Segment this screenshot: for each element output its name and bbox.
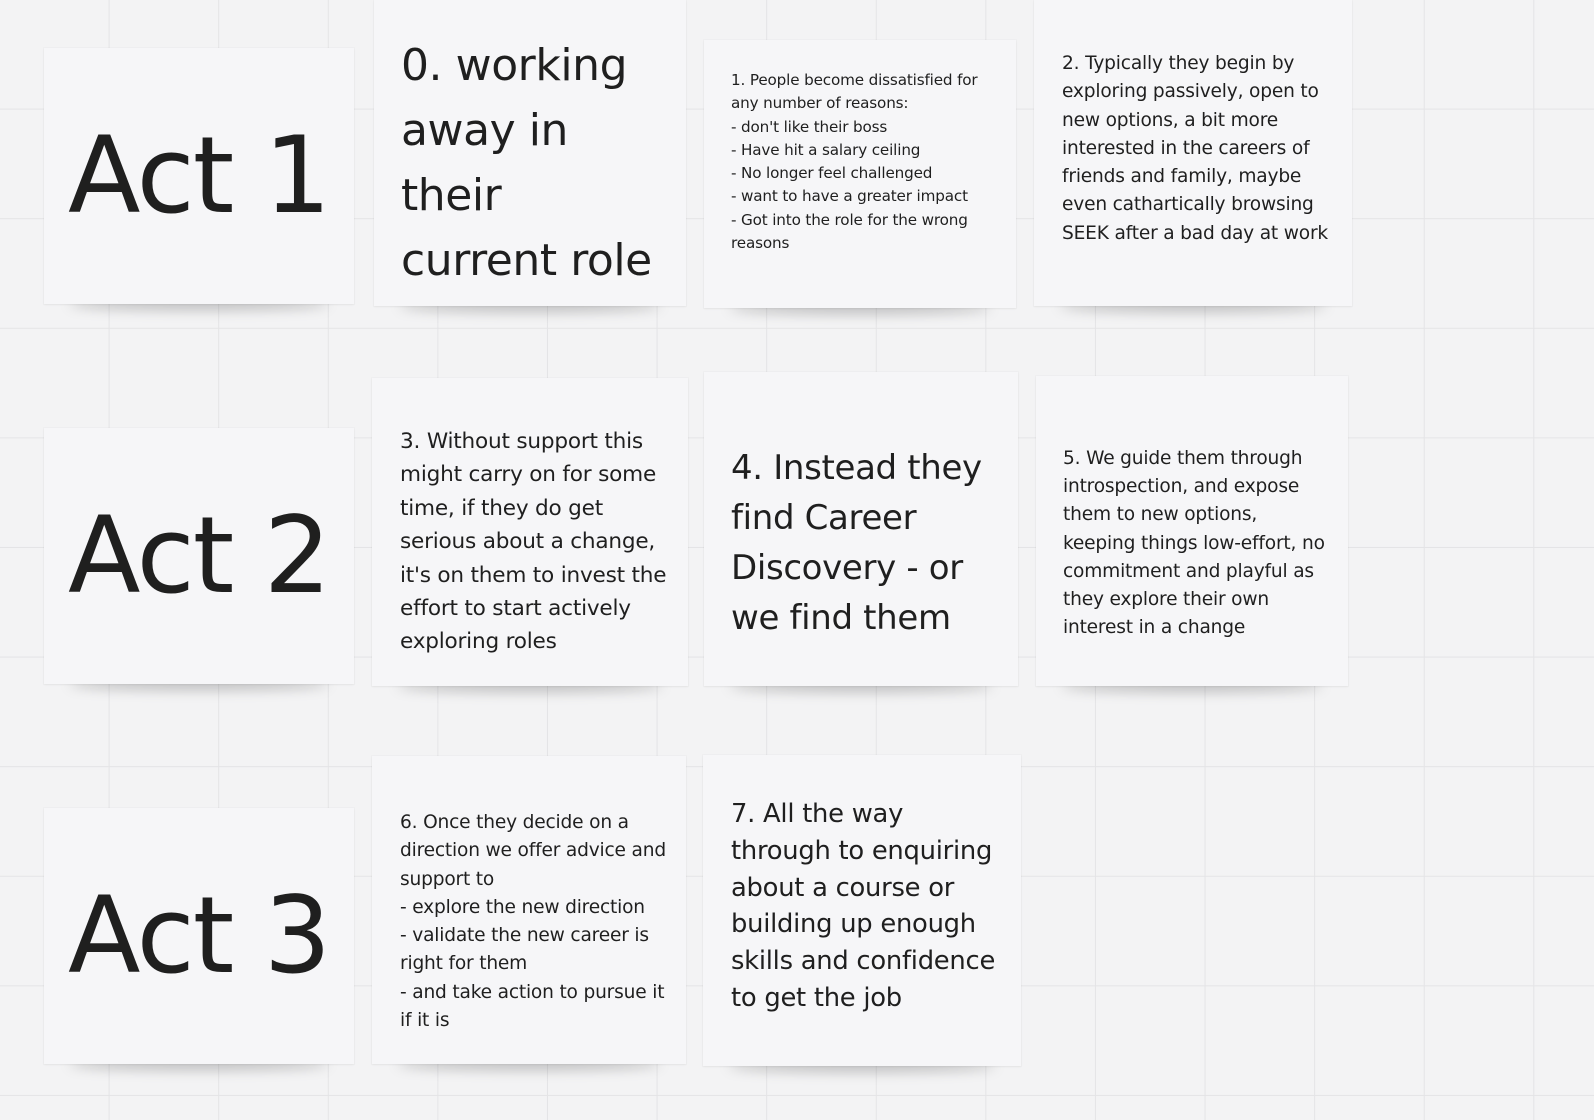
sticky-note-4[interactable]: 4. Instead they find Career Discovery - … xyxy=(704,372,1018,686)
sticky-note-text: Act 2 xyxy=(68,494,331,617)
sticky-note-act-2[interactable]: Act 2 xyxy=(44,428,354,684)
sticky-note-3[interactable]: 3. Without support this might carry on f… xyxy=(372,378,688,686)
sticky-note-7[interactable]: 7. All the way through to enquiring abou… xyxy=(703,755,1021,1066)
sticky-note-1[interactable]: 1. People become dissatisfied for any nu… xyxy=(704,40,1016,308)
sticky-note-0[interactable]: 0. working away in their current role xyxy=(374,0,686,306)
sticky-note-text: 7. All the way through to enquiring abou… xyxy=(731,799,996,1013)
sticky-note-act-1[interactable]: Act 1 xyxy=(44,48,354,304)
sticky-note-text: 1. People become dissatisfied for any nu… xyxy=(731,71,978,253)
sticky-note-text: 3. Without support this might carry on f… xyxy=(400,429,667,655)
sticky-note-6[interactable]: 6. Once they decide on a direction we of… xyxy=(372,756,686,1064)
sticky-note-text: 2. Typically they begin by exploring pas… xyxy=(1062,53,1329,244)
sticky-note-text: Act 3 xyxy=(68,874,331,997)
sticky-note-5[interactable]: 5. We guide them through introspection, … xyxy=(1036,376,1348,686)
sticky-note-act-3[interactable]: Act 3 xyxy=(44,808,354,1064)
sticky-note-text: Act 1 xyxy=(68,114,331,237)
whiteboard-canvas[interactable]: Act 1 Act 2 Act 3 0. working away in the… xyxy=(0,0,1594,1120)
sticky-note-text: 6. Once they decide on a direction we of… xyxy=(400,812,666,1032)
sticky-note-2[interactable]: 2. Typically they begin by exploring pas… xyxy=(1034,0,1352,306)
sticky-note-text: 0. working away in their current role xyxy=(401,40,652,286)
sticky-note-text: 4. Instead they find Career Discovery - … xyxy=(731,448,982,638)
sticky-note-text: 5. We guide them through introspection, … xyxy=(1063,448,1325,639)
